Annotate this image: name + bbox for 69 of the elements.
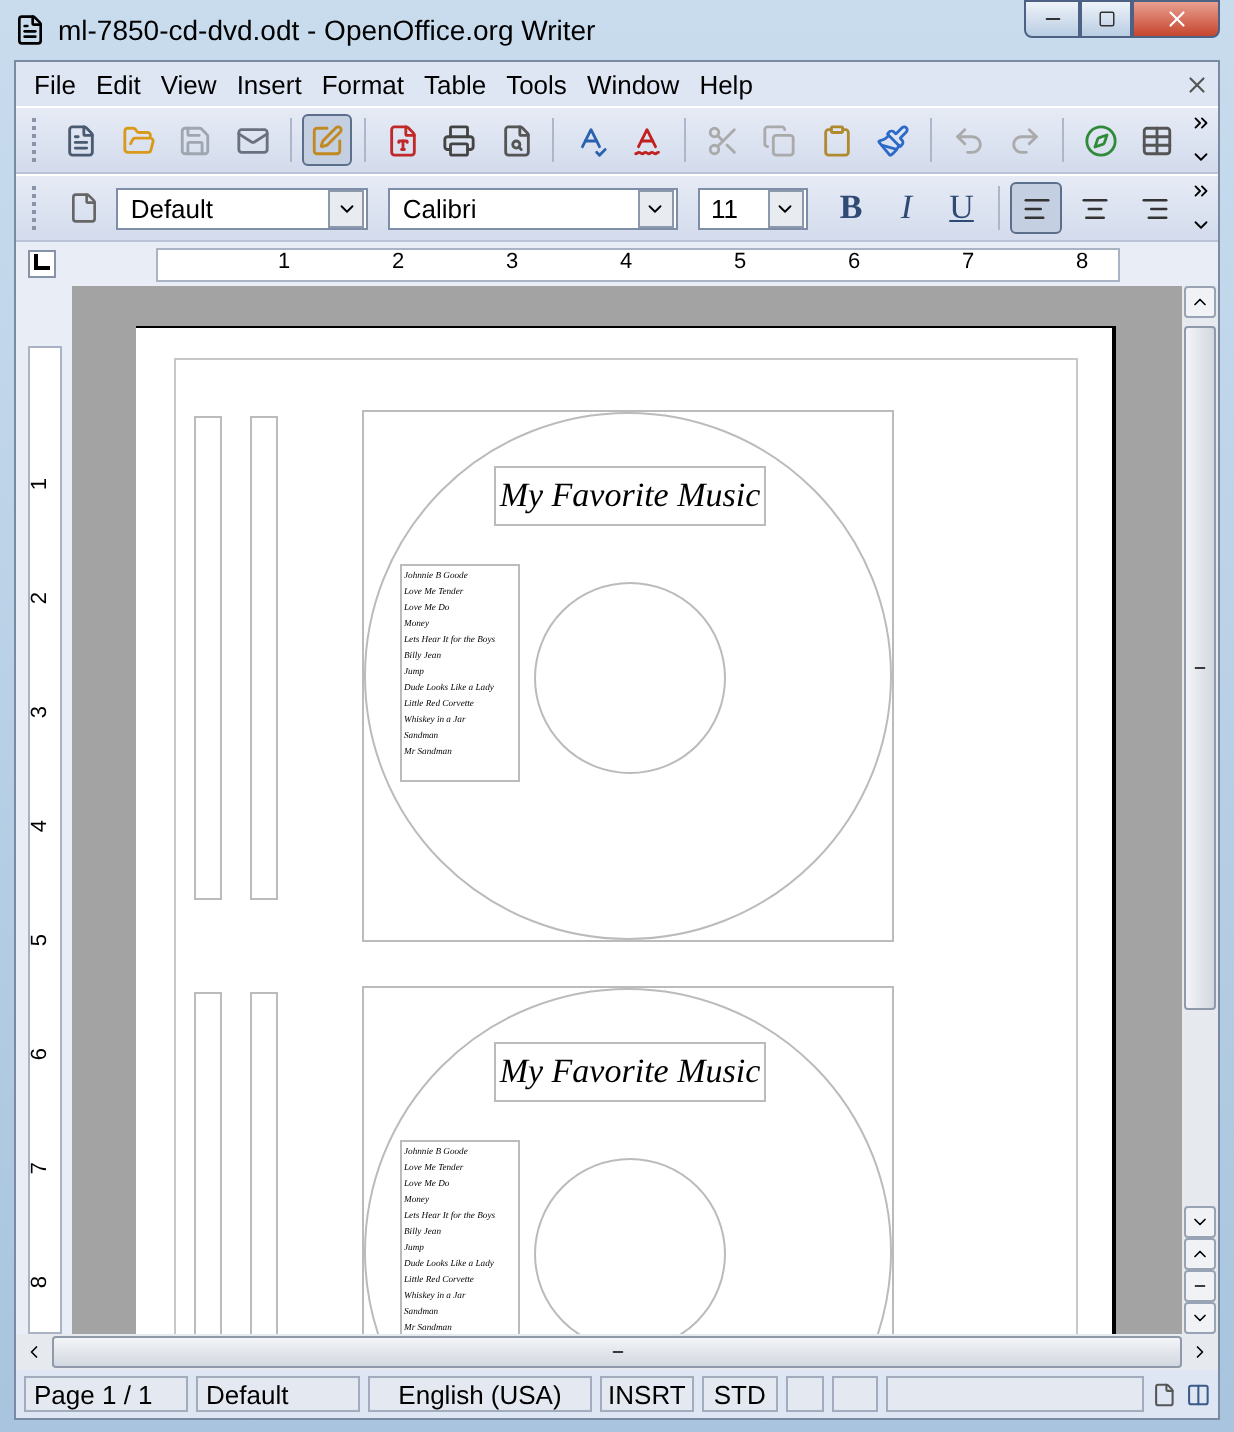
menu-item[interactable]: Table bbox=[414, 65, 497, 103]
overflow-icon[interactable] bbox=[1190, 180, 1213, 202]
status-field: Page 1 / 1 bbox=[24, 1376, 188, 1412]
align-lines-icon bbox=[1021, 193, 1052, 223]
status-field: STD bbox=[701, 1376, 778, 1412]
toolbar-glyph-icon bbox=[819, 123, 854, 157]
vertical-scroll-thumb[interactable] bbox=[1184, 326, 1216, 1010]
menu-item[interactable]: Edit bbox=[85, 65, 151, 103]
next-page-button[interactable] bbox=[1184, 1302, 1216, 1334]
italic-button[interactable]: I bbox=[882, 182, 930, 234]
toolbar-glyph-icon bbox=[499, 123, 534, 157]
toolbar-glyph-icon bbox=[762, 123, 797, 157]
overflow-icon[interactable] bbox=[1190, 112, 1213, 134]
previous-page-button[interactable] bbox=[1184, 1238, 1216, 1270]
close-icon bbox=[1163, 6, 1189, 32]
status-field: INSRT bbox=[600, 1376, 694, 1412]
toolbar-glyph-icon bbox=[64, 123, 99, 157]
align-lines-icon bbox=[1080, 193, 1111, 223]
menu-item[interactable]: Window bbox=[576, 65, 690, 103]
menu-item[interactable]: View bbox=[150, 65, 227, 103]
toolbar-glyph-icon bbox=[705, 123, 740, 157]
toolbar-glyph-icon bbox=[385, 123, 420, 157]
close-button[interactable] bbox=[1132, 0, 1220, 38]
maximize-icon bbox=[1097, 10, 1115, 28]
align-left-icon[interactable] bbox=[1010, 182, 1063, 234]
status-field: English (USA) bbox=[368, 1376, 592, 1412]
horizontal-ruler[interactable]: 1 2 3 4 5 6 7 8 bbox=[156, 247, 1120, 281]
tab-stop-button[interactable] bbox=[28, 250, 56, 278]
toolbar-glyph-icon bbox=[442, 123, 477, 157]
toolbar-glyph-icon bbox=[951, 123, 986, 157]
menu-item[interactable]: Help bbox=[689, 65, 763, 103]
left-tab-icon bbox=[34, 254, 50, 270]
underline-button[interactable]: U bbox=[937, 182, 986, 234]
scroll-down-button[interactable] bbox=[1184, 1206, 1216, 1238]
page-icon bbox=[67, 192, 100, 224]
menu-item[interactable]: Tools bbox=[496, 65, 577, 103]
vertical-ruler[interactable]: 1 2 3 4 5 6 7 8 bbox=[28, 346, 62, 1334]
horizontal-scroll-thumb[interactable] bbox=[52, 1336, 1182, 1368]
toolbar-glyph-icon bbox=[178, 123, 213, 157]
status-field bbox=[785, 1376, 824, 1412]
size-combo[interactable]: 11 bbox=[697, 187, 808, 229]
style-combo[interactable]: Default bbox=[116, 187, 369, 229]
single-page-icon[interactable] bbox=[1152, 1381, 1178, 1407]
label-title: My Favorite Music bbox=[494, 466, 766, 526]
toolbar-glyph-icon bbox=[1083, 123, 1117, 157]
font-combo[interactable]: Calibri bbox=[388, 187, 678, 229]
menu-item[interactable]: File bbox=[24, 65, 86, 103]
maximize-button[interactable] bbox=[1080, 0, 1132, 38]
menu-item[interactable]: Insert bbox=[226, 65, 312, 103]
document-icon bbox=[14, 14, 46, 46]
label-title: My Favorite Music bbox=[494, 1042, 766, 1102]
toolbar-glyph-icon bbox=[876, 123, 911, 157]
toolbar-glyph-icon bbox=[1008, 123, 1043, 157]
two-page-icon[interactable] bbox=[1185, 1381, 1210, 1407]
status-field bbox=[831, 1376, 878, 1412]
toolbar-glyph-icon bbox=[310, 123, 345, 157]
menu-item[interactable]: Format bbox=[311, 65, 414, 103]
toolbar-glyph-icon bbox=[630, 123, 665, 157]
edit-icon[interactable] bbox=[302, 114, 352, 166]
align-lines-icon bbox=[1140, 193, 1170, 223]
minimize-button[interactable] bbox=[1024, 0, 1080, 38]
close-document-icon[interactable] bbox=[1184, 71, 1210, 97]
bold-button[interactable]: B bbox=[827, 182, 875, 234]
scroll-up-button[interactable] bbox=[1184, 286, 1216, 318]
toolbar-glyph-icon bbox=[121, 123, 156, 157]
status-field: Default bbox=[196, 1376, 360, 1412]
toolbar-glyph-icon bbox=[1140, 123, 1174, 157]
window-title: ml-7850-cd-dvd.odt - OpenOffice.org Writer bbox=[58, 14, 598, 46]
toolbar-glyph-icon bbox=[235, 123, 270, 157]
